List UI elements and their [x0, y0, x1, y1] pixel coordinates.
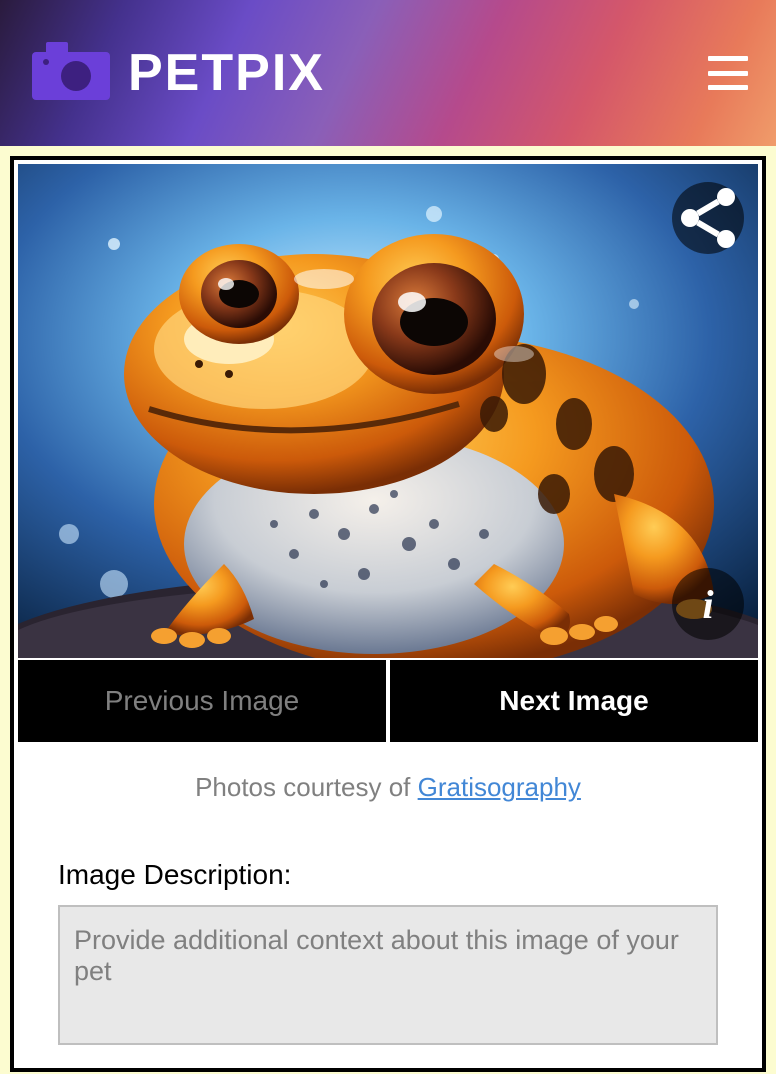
image-card: i Previous Image Next Image Photos court… [10, 156, 766, 1072]
hamburger-menu-button[interactable] [708, 56, 748, 90]
logo-wrap: PETPIX [32, 42, 325, 105]
photo-credit: Photos courtesy of Gratisography [18, 772, 758, 803]
description-input[interactable] [58, 905, 718, 1045]
info-icon: i [702, 581, 713, 628]
camera-icon [32, 42, 110, 105]
next-image-button[interactable]: Next Image [390, 660, 758, 742]
photo-credit-prefix: Photos courtesy of [195, 772, 418, 802]
previous-image-button: Previous Image [18, 660, 386, 742]
photo-credit-link[interactable]: Gratisography [418, 772, 581, 802]
app-header: PETPIX [0, 0, 776, 146]
share-button[interactable] [672, 182, 744, 254]
brand-title: PETPIX [128, 43, 325, 103]
description-block: Image Description: [18, 859, 758, 1050]
info-button[interactable]: i [672, 568, 744, 640]
pet-image: i [18, 164, 758, 658]
image-nav-row: Previous Image Next Image [18, 660, 758, 742]
description-label: Image Description: [58, 859, 718, 891]
